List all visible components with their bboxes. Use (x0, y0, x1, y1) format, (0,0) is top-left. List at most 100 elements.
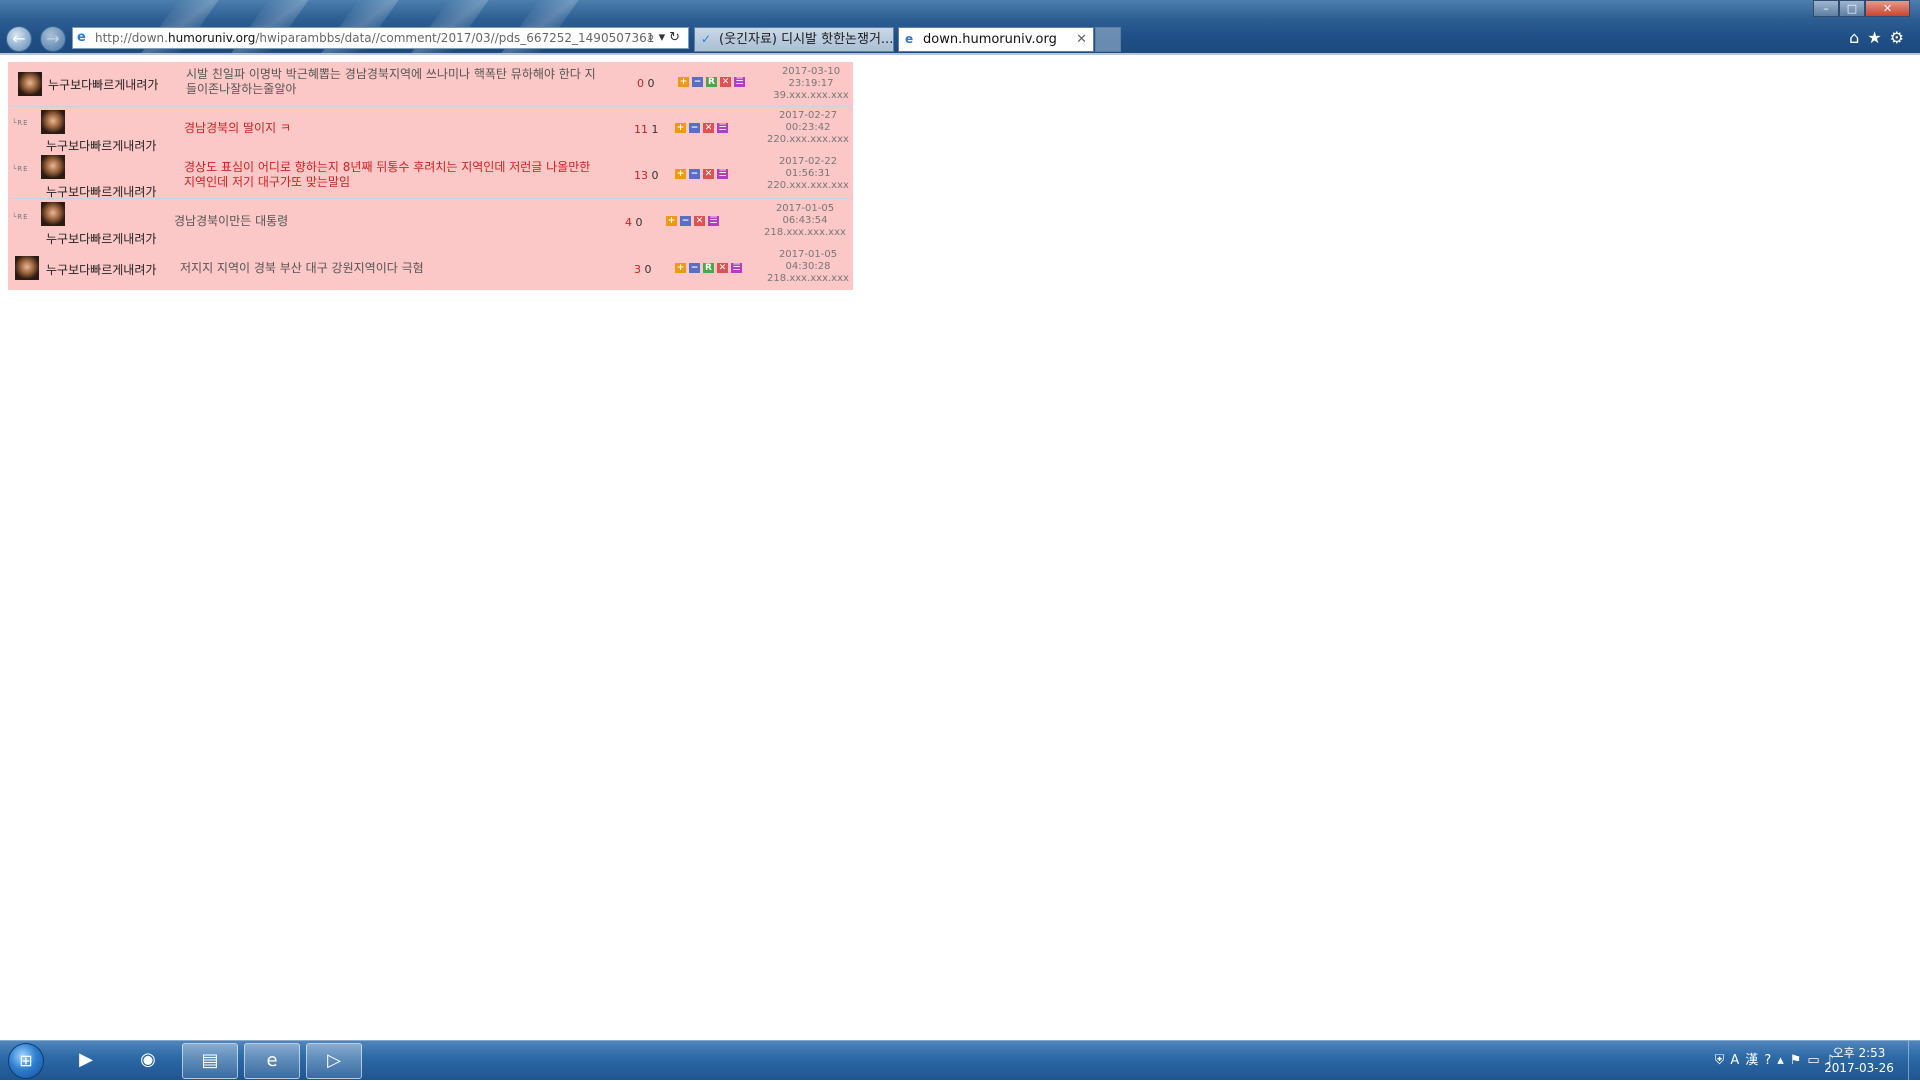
reply-icon[interactable]: R (703, 263, 714, 273)
clock[interactable]: 오후 2:53 2017-03-26 (1824, 1046, 1894, 1076)
comment-actions: + − R ✕ ☰ (678, 77, 745, 87)
report-icon[interactable]: ✕ (694, 216, 705, 226)
gear-icon[interactable]: ⚙ (1890, 28, 1912, 47)
comment-meta: 2017-01-05 06:43:54 218.xxx.xxx.xxx (760, 203, 850, 239)
comment-votes: 0 0 (637, 77, 655, 90)
comment-meta: 2017-03-10 23:19:17 39.xxx.xxx.xxx (766, 66, 856, 102)
downvote-icon[interactable]: − (689, 123, 700, 133)
comment-date: 2017-03-10 (781, 66, 841, 77)
upvote-icon[interactable]: + (675, 123, 686, 133)
downvote-icon[interactable]: − (689, 263, 700, 273)
comment-meta: 2017-02-27 00:23:42 220.xxx.xxx.xxx (763, 110, 853, 146)
close-window-icon[interactable]: ✕ (1865, 0, 1910, 17)
ime-a-icon[interactable]: A (1730, 1053, 1745, 1068)
comment-row: 누구보다빠르게내려가 시발 친일파 이명박 박근혜뽑는 경남경북지역에 쓰나미나… (8, 62, 853, 107)
comment-text: 경남경북의 딸이지 ㅋ (184, 121, 291, 135)
tab-down-humoruniv[interactable]: e down.humoruniv.org ✕ (898, 27, 1094, 52)
comment-votes: 3 0 (634, 263, 652, 276)
comment-text: 경남경북이만든 대통령 (174, 214, 289, 228)
report-icon[interactable]: ✕ (720, 77, 731, 87)
comment-row: 누구보다빠르게내려가 저지지 지역이 경북 부산 대구 강원지역이다 극혐 3 … (8, 245, 853, 290)
comment-row: └RE 누구보다빠르게내려가 경남경북의 딸이지 ㅋ 11 1 + − ✕ ☰ … (8, 107, 853, 153)
browser-right-icons: ⌂★⚙ (1849, 28, 1912, 47)
minimize-icon[interactable]: – (1813, 0, 1839, 17)
comment-time: 23:19:17 (788, 78, 834, 89)
browser-toolbar: ← → e http://down.humoruniv.org/hwiparam… (0, 0, 1920, 53)
comment-text: 경상도 표심이 어디로 향하는지 8년째 뒤통수 후려치는 지역인데 저런글 나… (184, 160, 591, 189)
comment-nickname[interactable]: 누구보다빠르게내려가 (48, 76, 158, 93)
tray-expand-icon[interactable]: ▴ (1777, 1053, 1790, 1068)
comment-time: 06:43:54 (782, 215, 828, 226)
comment-text: 시발 친일파 이명박 박근혜뽑는 경남경북지역에 쓰나미나 핵폭탄 뮤하해야 한… (186, 67, 596, 96)
reply-mark: └RE (12, 213, 29, 221)
flag-icon[interactable]: ⚑ (1790, 1053, 1808, 1068)
comment-date: 2017-02-22 (778, 156, 838, 167)
comment-row: └RE 누구보다빠르게내려가 경상도 표심이 어디로 향하는지 8년째 뒤통수 … (8, 153, 853, 199)
comment-time: 04:30:28 (785, 261, 831, 272)
upvote-icon[interactable]: + (678, 77, 689, 87)
window-controls: – □ ✕ (1813, 0, 1910, 18)
downvote-icon[interactable]: − (692, 77, 703, 87)
comment-votes: 11 1 (634, 123, 659, 136)
favorites-star-icon[interactable]: ★ (1867, 28, 1889, 47)
live-player-icon[interactable]: ▷ (306, 1043, 362, 1079)
address-bar[interactable]: e http://down.humoruniv.org/hwiparambbs/… (72, 27, 689, 49)
comment-ip: 218.xxx.xxx.xxx (764, 227, 846, 238)
reply-mark: └RE (12, 165, 29, 173)
comment-actions: + − R ✕ ☰ (675, 263, 742, 273)
comment-meta: 2017-01-05 04:30:28 218.xxx.xxx.xxx (763, 249, 853, 285)
upvote-icon[interactable]: + (675, 169, 686, 179)
ie-favicon-icon: e (905, 32, 914, 46)
clock-date: 2017-03-26 (1824, 1061, 1894, 1075)
help-icon[interactable]: ? (1764, 1053, 1777, 1068)
address-url[interactable]: http://down.humoruniv.org/hwiparambbs/da… (95, 28, 655, 48)
message-icon[interactable]: ☰ (717, 169, 728, 179)
comment-date: 2017-01-05 (775, 203, 835, 214)
message-icon[interactable]: ☰ (717, 123, 728, 133)
comment-ip: 220.xxx.xxx.xxx (767, 180, 849, 191)
comment-date: 2017-01-05 (778, 249, 838, 260)
avatar[interactable] (18, 72, 42, 96)
message-icon[interactable]: ☰ (734, 77, 745, 87)
report-icon[interactable]: ✕ (703, 123, 714, 133)
comment-nickname[interactable]: 누구보다빠르게내려가 (46, 261, 156, 278)
home-icon[interactable]: ⌂ (1849, 28, 1867, 47)
address-bar-icons[interactable]: ⌕▾↻ (647, 28, 684, 48)
file-explorer-icon[interactable]: ▤ (182, 1043, 238, 1079)
back-arrow-icon[interactable]: ← (6, 26, 32, 52)
tab-close-icon[interactable]: ✕ (1076, 28, 1087, 51)
start-button[interactable]: ⊞ (8, 1043, 44, 1079)
comment-actions: + − ✕ ☰ (675, 169, 728, 179)
ime-hanja-icon[interactable]: 漢 (1745, 1053, 1764, 1068)
show-desktop-button[interactable] (1908, 1041, 1920, 1081)
comment-actions: + − ✕ ☰ (666, 216, 719, 226)
downvote-icon[interactable]: − (680, 216, 691, 226)
message-icon[interactable]: ☰ (731, 263, 742, 273)
report-icon[interactable]: ✕ (703, 169, 714, 179)
shield-icon[interactable]: ⛨ (1715, 1053, 1731, 1068)
avatar[interactable] (15, 256, 39, 280)
chrome-icon[interactable]: ◉ (120, 1043, 176, 1079)
comment-nickname[interactable]: 누구보다빠르게내려가 (46, 137, 156, 154)
network-icon[interactable]: ▭ (1807, 1053, 1825, 1068)
ie-page-icon: e (77, 30, 86, 45)
avatar[interactable] (41, 110, 65, 134)
message-icon[interactable]: ☰ (708, 216, 719, 226)
tab-humoruniv-post[interactable]: ✓ (웃긴자료) 디시발 핫한논쟁거... (694, 27, 894, 52)
new-tab-button[interactable] (1095, 27, 1121, 52)
avatar[interactable] (41, 155, 65, 179)
forward-arrow-icon[interactable]: → (40, 26, 66, 52)
report-icon[interactable]: ✕ (717, 263, 728, 273)
upvote-icon[interactable]: + (675, 263, 686, 273)
maximize-icon[interactable]: □ (1839, 0, 1865, 17)
comment-nickname[interactable]: 누구보다빠르게내려가 (46, 183, 156, 200)
internet-explorer-icon[interactable]: e (244, 1043, 300, 1079)
downvote-icon[interactable]: − (689, 169, 700, 179)
upvote-icon[interactable]: + (666, 216, 677, 226)
avatar[interactable] (41, 202, 65, 226)
system-tray: ⛨A漢?▴⚑▭♪ (1715, 1049, 1840, 1068)
page-favicon-icon: ✓ (701, 32, 712, 46)
media-player-icon[interactable]: ▶ (58, 1043, 114, 1079)
reply-icon[interactable]: R (706, 77, 717, 87)
comment-votes: 4 0 (625, 216, 643, 229)
